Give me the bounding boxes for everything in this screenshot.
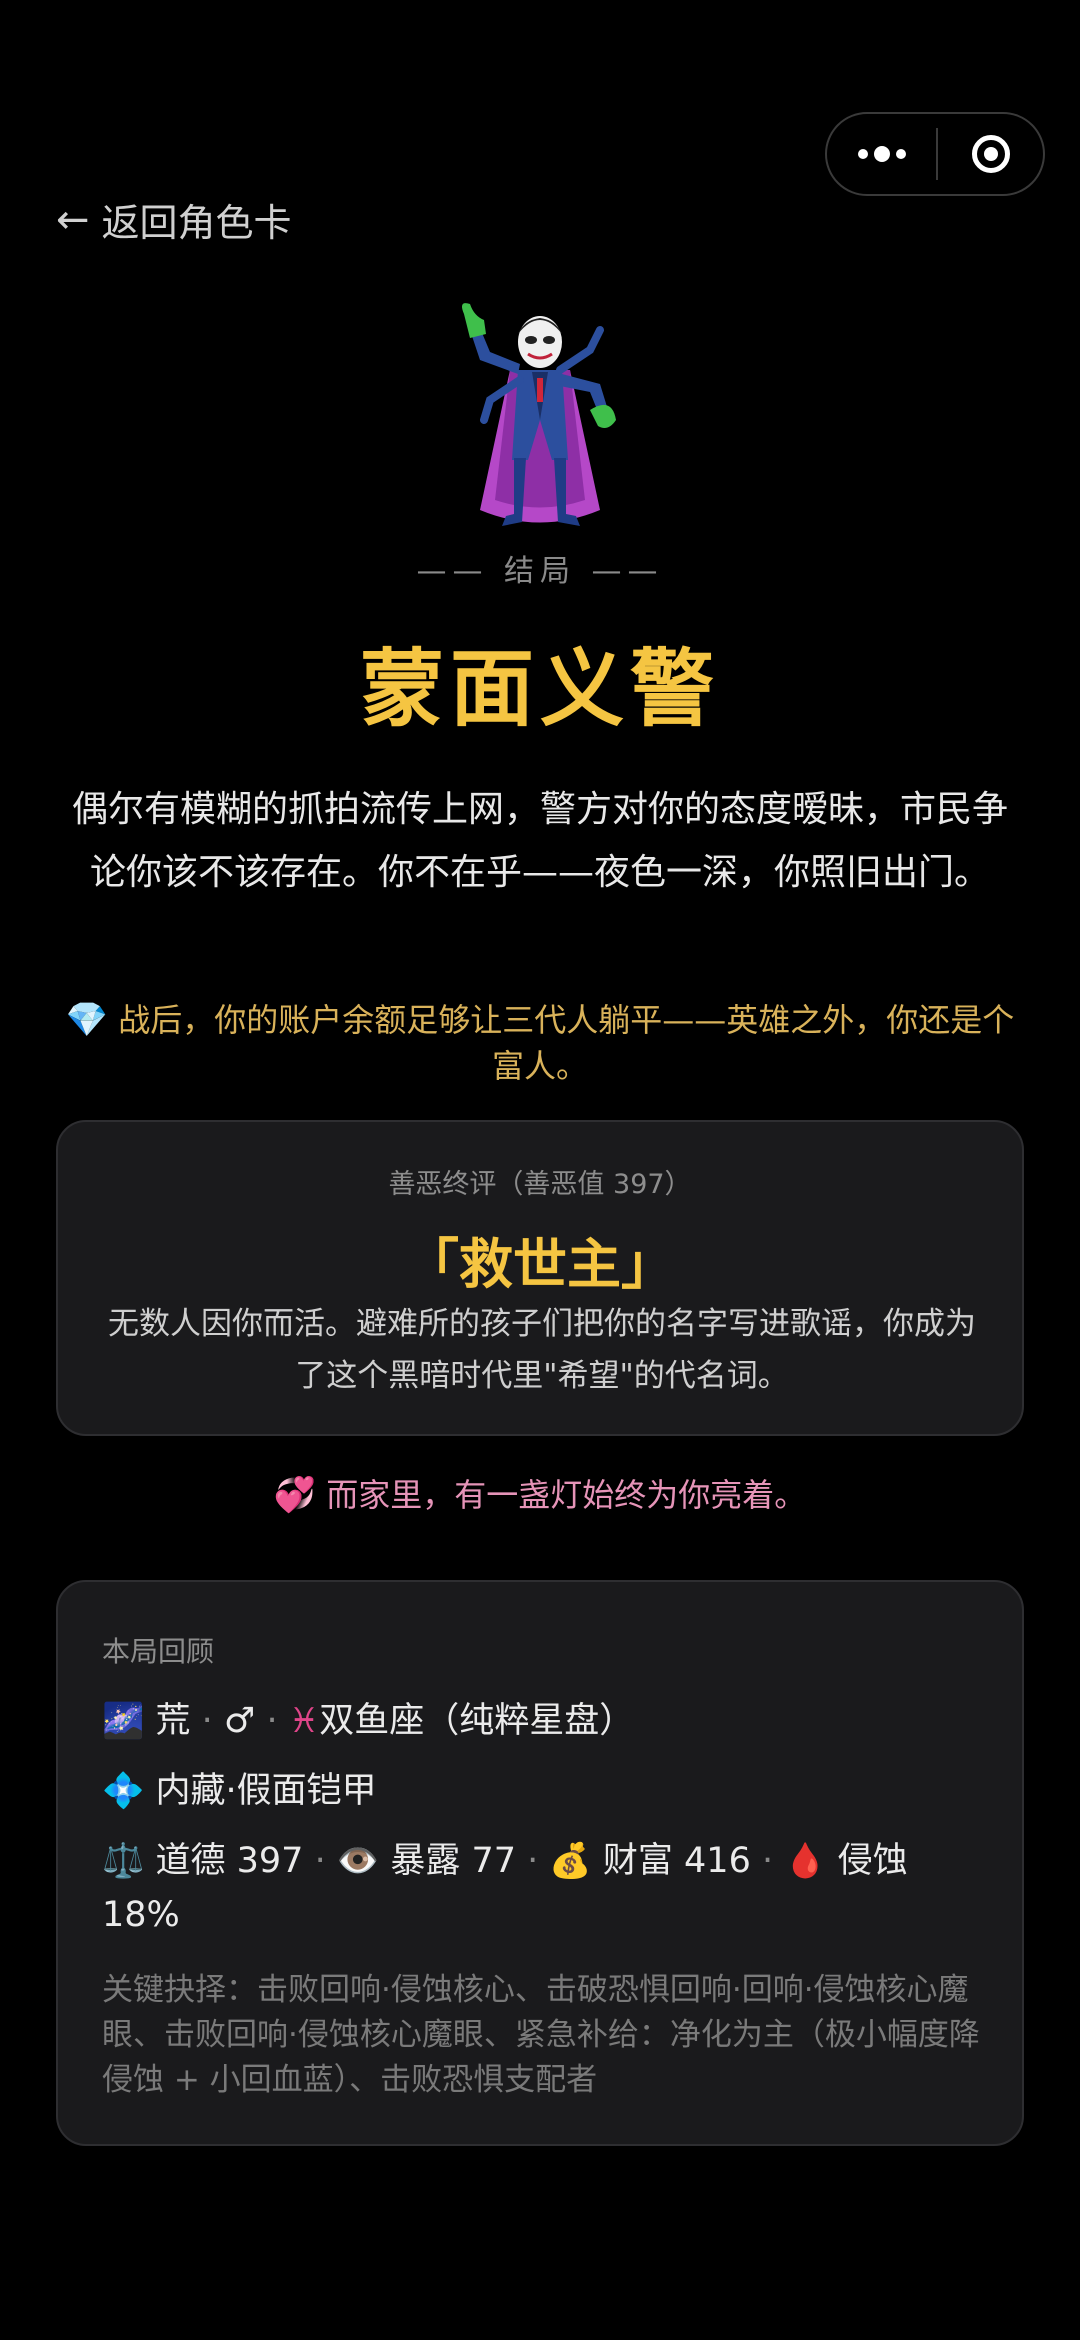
recap-stats-line: ⚖️ 道德 397 · 👁️ 暴露 77 · 💰 财富 416 · 🩸 侵蚀 1…: [102, 1834, 982, 1942]
home-note: 💞 而家里，有一盏灯始终为你亮着。: [0, 1470, 1080, 1516]
ending-description: 偶尔有模糊的抓拍流传上网，警方对你的态度暧昧，市民争论你该不该存在。你不在乎——…: [71, 789, 1008, 893]
key-choices-text: 关键抉择：击败回响·侵蚀核心、击破恐惧回响·回响·侵蚀核心魔眼、击败回响·侵蚀核…: [102, 1972, 980, 2098]
diamond-icon: 💎: [65, 1000, 109, 1040]
world-name: 荒: [155, 1701, 191, 1741]
separator: ·: [761, 1841, 774, 1881]
blood-drop-icon: 🩸: [784, 1841, 827, 1881]
morality-verdict-card: 善恶终评（善恶值 397） 「救世主」 无数人因你而活。避难所的孩子们把你的名字…: [56, 1120, 1024, 1436]
wealth-stat: 财富 416: [602, 1841, 751, 1881]
more-dot-icon: [857, 149, 868, 159]
separator: ·: [266, 1701, 278, 1741]
galaxy-icon: 🌌: [102, 1701, 145, 1741]
home-note-text: 而家里，有一盏灯始终为你亮着。: [326, 1476, 807, 1514]
eye-icon: 👁️: [336, 1841, 380, 1881]
morality-stat: 道德 397: [155, 1841, 304, 1881]
more-menu-button[interactable]: [827, 114, 936, 194]
diamond-shape-icon: 💠: [102, 1771, 145, 1811]
separator: ·: [201, 1701, 213, 1741]
back-arrow-icon: ←: [56, 196, 90, 243]
separator: ·: [314, 1841, 326, 1881]
recap-profile-line: 🌌 荒 · ♂ · ♓双鱼座（纯粹星盘）: [102, 1694, 982, 1748]
close-mini-program-button[interactable]: [938, 114, 1043, 194]
masked-vigilante-illustration: [462, 303, 616, 526]
run-recap-card: 本局回顾 🌌 荒 · ♂ · ♓双鱼座（纯粹星盘） 💠 内藏·假面铠甲 ⚖️ 道…: [56, 1580, 1024, 2146]
back-to-character-card-link[interactable]: ← 返回角色卡: [56, 192, 292, 247]
money-bag-icon: 💰: [549, 1841, 592, 1881]
hearts-icon: 💞: [273, 1475, 317, 1515]
verdict-text: 无数人因你而活。避难所的孩子们把你的名字写进歌谣，你成为了这个黑暗时代里"希望"…: [108, 1306, 976, 1394]
ending-section-label: —— 结局 ——: [416, 554, 664, 589]
verdict-header: 善恶终评（善恶值 397）: [388, 1169, 692, 1200]
ending-title: 蒙面义警: [359, 640, 720, 738]
recap-header: 本局回顾: [102, 1635, 215, 1668]
mini-program-capsule: [825, 112, 1045, 196]
more-dot-icon: [873, 146, 890, 162]
recap-equipment-line: 💠 内藏·假面铠甲: [102, 1764, 982, 1818]
pisces-icon: ♓: [288, 1701, 320, 1741]
more-dot-icon: [895, 149, 906, 159]
equipment-text: 内藏·假面铠甲: [155, 1771, 377, 1811]
target-icon: [971, 135, 1010, 173]
gender-icon: ♂: [223, 1701, 256, 1741]
exposure-stat: 暴露 77: [390, 1841, 516, 1881]
back-label: 返回角色卡: [101, 201, 292, 245]
verdict-title: 「救世主」: [405, 1233, 675, 1296]
wealth-note-text: 战后，你的账户余额足够让三代人躺平——英雄之外，你还是个富人。: [118, 1001, 1015, 1085]
separator: ·: [527, 1841, 539, 1881]
zodiac-text: 双鱼座（纯粹星盘）: [319, 1701, 635, 1741]
scales-icon: ⚖️: [102, 1841, 145, 1881]
wealth-note: 💎 战后，你的账户余额足够让三代人躺平——英雄之外，你还是个富人。: [60, 997, 1020, 1089]
